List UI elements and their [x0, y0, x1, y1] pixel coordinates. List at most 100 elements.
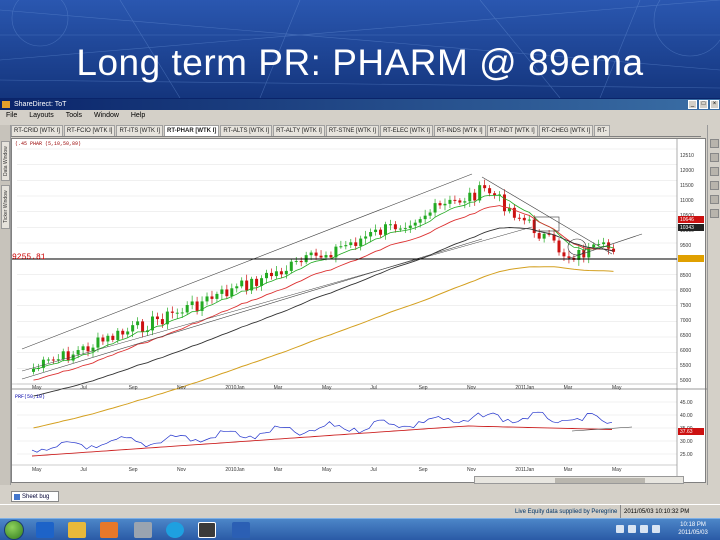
candle-body [220, 289, 224, 294]
ema-89-line [33, 266, 614, 429]
windows-taskbar: 10:18 PM 2011/05/03 [0, 518, 720, 540]
candle-body [265, 272, 269, 279]
network-icon[interactable] [616, 525, 624, 533]
candle-body [299, 260, 303, 263]
candle-body [190, 301, 194, 305]
chart-tab-3[interactable]: RT-PHAR [WTK I] [164, 125, 220, 136]
media-player-icon[interactable] [100, 522, 118, 538]
indicator-header-info: PRF(50,10) [15, 394, 46, 400]
window-titlebar[interactable]: ShareDirect: ToT _ □ × [0, 99, 720, 110]
channel-tool-icon[interactable] [710, 167, 719, 176]
time-axis-label: 2011Jan [515, 385, 534, 391]
candle-body [433, 203, 437, 213]
ticker-window-tab[interactable]: Ticker Window [1, 185, 10, 229]
skype-icon[interactable] [166, 522, 184, 538]
sharedirect-app-icon[interactable] [198, 522, 216, 538]
chart-tab-1[interactable]: RT-FCIO [WTK I] [63, 125, 116, 136]
candle-body [393, 224, 397, 230]
candle-body [121, 330, 125, 335]
volume-icon[interactable] [628, 525, 636, 533]
clock[interactable]: 10:18 PM 2011/05/03 [670, 521, 716, 537]
price-chart[interactable]: 1251012000115001100010500100009500900085… [12, 139, 707, 484]
price-axis-label: 11000 [680, 198, 694, 204]
menu-file[interactable]: File [6, 110, 17, 122]
candle-body [284, 270, 288, 275]
time-axis-label: Nov [467, 385, 476, 391]
chart-tab-4[interactable]: RT-ALTS [WTK I] [220, 125, 273, 136]
candle-body [567, 256, 571, 258]
candle-body [398, 228, 402, 230]
start-button[interactable] [4, 520, 24, 540]
candle-body [463, 201, 467, 203]
candle-body [592, 244, 596, 248]
candle-body [294, 260, 298, 262]
candle-body [235, 286, 239, 289]
menu-window[interactable]: Window [94, 110, 119, 122]
candle-body [319, 255, 323, 258]
price-axis-label: 7000 [680, 318, 691, 324]
status-bar: Live Equity data supplied by Peregrine 2… [0, 504, 720, 519]
chart-tab-0[interactable]: RT-CRID [WTK I] [11, 125, 63, 136]
candle-body [225, 289, 229, 297]
indicator-line [31, 411, 613, 453]
candle-body [458, 200, 462, 203]
chart-tab-6[interactable]: RT-STNE [WTK I] [325, 125, 380, 136]
candle-body [279, 271, 283, 275]
candle-body [86, 346, 90, 352]
time-axis-label: Nov [467, 467, 476, 473]
clock-time: 10:18 PM [680, 522, 706, 528]
candle-body [314, 252, 318, 256]
candle-body [488, 188, 492, 194]
menu-help[interactable]: Help [131, 110, 145, 122]
time-axis-label: May [612, 385, 622, 391]
flag-icon[interactable] [640, 525, 648, 533]
file-explorer-icon[interactable] [68, 522, 86, 538]
candle-body [46, 359, 50, 361]
candle-body [374, 229, 378, 233]
internet-explorer-icon[interactable] [36, 522, 54, 538]
tools-app-icon[interactable] [134, 522, 152, 538]
candle-body [369, 232, 373, 237]
maximize-button[interactable]: □ [699, 100, 708, 109]
chart-tab-7[interactable]: RT-ELEC [WTK I] [380, 125, 433, 136]
price-axis-label: 12510 [680, 153, 694, 159]
chart-tab-9[interactable]: RT-INDT [WTK I] [486, 125, 538, 136]
candle-body [364, 236, 368, 239]
line-tool-icon[interactable] [710, 153, 719, 162]
candle-body [215, 293, 219, 299]
text-tool-icon[interactable] [710, 181, 719, 190]
minimize-button[interactable]: _ [688, 100, 697, 109]
fibonacci-tool-icon[interactable] [710, 195, 719, 204]
data-window-tab[interactable]: Data Window [1, 141, 10, 181]
chart-tab-10[interactable]: RT-CHEG [WTK I] [538, 125, 594, 136]
menu-tools[interactable]: Tools [66, 110, 82, 122]
word-icon[interactable] [232, 522, 250, 538]
zoom-tool-icon[interactable] [710, 209, 719, 218]
horizontal-scrollbar[interactable] [474, 476, 684, 484]
candle-body [329, 255, 333, 258]
sheet-tab[interactable]: Sheet bug [11, 491, 59, 502]
cursor-tool-icon[interactable] [710, 139, 719, 148]
candle-body [185, 304, 189, 313]
menu-layouts[interactable]: Layouts [29, 110, 54, 122]
scrollbar-thumb[interactable] [555, 478, 645, 483]
data-provider-text: Live Equity data supplied by Peregrine [515, 509, 618, 515]
left-dock: Data Window Ticker Window [0, 125, 11, 485]
candle-body [180, 312, 184, 314]
battery-icon[interactable] [652, 525, 660, 533]
chart-tab-8[interactable]: RT-INDS [WTK I] [433, 125, 486, 136]
candle-body [136, 321, 140, 326]
candle-body [106, 335, 110, 342]
close-button[interactable]: × [710, 100, 719, 109]
price-axis-label: 5000 [680, 378, 691, 384]
time-axis-label: Mar [274, 467, 283, 473]
chart-tab-2[interactable]: RT-ITS [WTK I] [116, 125, 164, 136]
candle-body [413, 222, 417, 226]
candle-body [81, 346, 85, 351]
indicator-axis-label: 40.00 [680, 413, 693, 419]
chart-tab-5[interactable]: RT-ALTY [WTK I] [273, 125, 325, 136]
candle-body [502, 194, 506, 212]
chart-tab-11[interactable]: RT- [594, 125, 610, 136]
candle-body [175, 312, 179, 314]
chart-area[interactable]: 1251012000115001100010500100009500900085… [11, 138, 707, 484]
